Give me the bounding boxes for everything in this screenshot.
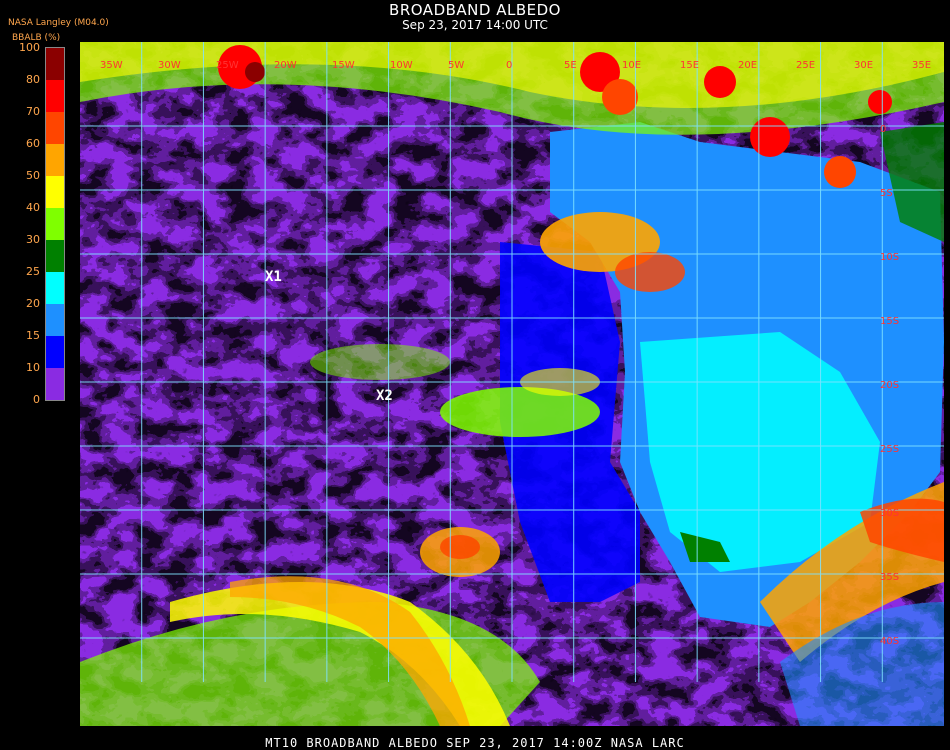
lon-label: 10E <box>622 60 641 71</box>
lat-label: 15S <box>880 316 899 327</box>
lon-label: 15E <box>680 60 699 71</box>
colorbar-tick: 10 <box>26 361 40 374</box>
colorbar-bin-0-10 <box>46 368 64 400</box>
lat-label: 30S <box>880 508 899 519</box>
marker-x2: X2 <box>376 388 393 404</box>
lon-label: 10W <box>390 60 413 71</box>
colorbar-tick: 80 <box>26 73 40 86</box>
colorbar-bin-10-15 <box>46 336 64 368</box>
colorbar-tick: 60 <box>26 137 40 150</box>
lat-label: 0 <box>880 124 886 135</box>
colorbar-bin-80-100 <box>46 48 64 80</box>
lat-label: 40S <box>880 636 899 647</box>
lat-label: 20S <box>880 380 899 391</box>
lon-label: 25W <box>216 60 239 71</box>
lon-label: 15W <box>332 60 355 71</box>
lat-label: 35S <box>880 572 899 583</box>
colorbar-tick: 50 <box>26 169 40 182</box>
colorbar-bin-40-50 <box>46 176 64 208</box>
colorbar-bin-70-80 <box>46 80 64 112</box>
colorbar-tick: 15 <box>26 329 40 342</box>
colorbar-bin-30-40 <box>46 208 64 240</box>
marker-x1: X1 <box>265 269 282 285</box>
colorbar-bin-60-70 <box>46 112 64 144</box>
lon-label: 35E <box>912 60 931 71</box>
lat-label: 10S <box>880 252 899 263</box>
lon-label: 35W <box>100 60 123 71</box>
org-label: NASA Langley (M04.0) <box>8 18 109 28</box>
footer-caption: MT10 BROADBAND ALBEDO SEP 23, 2017 14:00… <box>265 736 685 750</box>
colorbar-tick: 30 <box>26 233 40 246</box>
colorbar-tick: 0 <box>33 393 40 406</box>
lon-label: 5E <box>564 60 577 71</box>
lon-label: 30W <box>158 60 181 71</box>
colorbar <box>45 47 65 401</box>
lon-label: 20W <box>274 60 297 71</box>
colorbar-bin-25-30 <box>46 240 64 272</box>
lon-label: 20E <box>738 60 757 71</box>
colorbar-bin-15-20 <box>46 304 64 336</box>
map-title: BROADBAND ALBEDO <box>389 1 561 19</box>
lon-label: 25E <box>796 60 815 71</box>
lon-label: 30E <box>854 60 873 71</box>
map-subtitle: Sep 23, 2017 14:00 UTC <box>402 18 548 32</box>
colorbar-tick: 100 <box>19 41 40 54</box>
lat-label: 5S <box>880 188 893 199</box>
lon-label: 5W <box>448 60 464 71</box>
colorbar-tick: 40 <box>26 201 40 214</box>
colorbar-tick: 20 <box>26 297 40 310</box>
colorbar-tick: 70 <box>26 105 40 118</box>
colorbar-bin-50-60 <box>46 144 64 176</box>
colorbar-tick: 25 <box>26 265 40 278</box>
albedo-map: 35W 30W 25W 20W 15W 10W 5W 0 5E 10E 15E 20E 25E 30E 35… <box>80 42 944 726</box>
lon-label: 0 <box>506 60 512 71</box>
lat-label: 25S <box>880 444 899 455</box>
colorbar-bin-20-25 <box>46 272 64 304</box>
